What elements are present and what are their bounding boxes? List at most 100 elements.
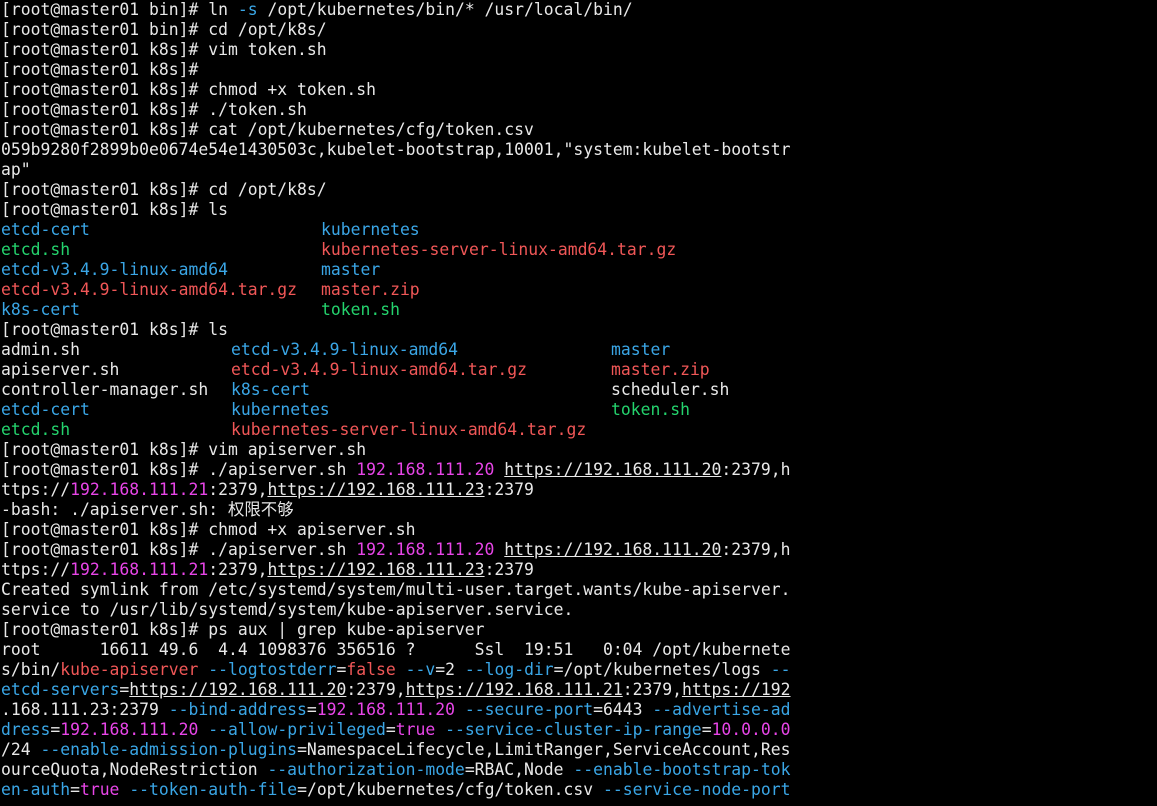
terminal-text: [root@master01 k8s]# ls <box>1 320 228 339</box>
ls-entry: kubernetes-server-linux-amd64.tar.gz <box>321 240 677 259</box>
terminal-text: =/opt/kubernetes/cfg/token.csv <box>297 780 603 799</box>
ls-entry: apiserver.sh <box>1 360 120 379</box>
terminal-text: --advertise-ad <box>652 700 791 719</box>
terminal-line: [root@master01 k8s]# ls <box>0 200 1157 220</box>
ls-entry: controller-manager.sh <box>1 380 209 399</box>
terminal-window[interactable]: [root@master01 bin]# ln -s /opt/kubernet… <box>0 0 1157 806</box>
terminal-line: [root@master01 k8s]# ./token.sh <box>0 100 1157 120</box>
terminal-text: :2379, <box>208 560 268 579</box>
terminal-text: service to /usr/lib/systemd/system/kube-… <box>1 600 574 619</box>
ls-entry: kubernetes-server-linux-amd64.tar.gz <box>231 420 587 439</box>
ls-entry: etcd-cert <box>1 220 90 239</box>
terminal-text: [root@master01 k8s]# cd /opt/k8s/ <box>1 180 327 199</box>
terminal-line: [root@master01 bin]# ln -s /opt/kubernet… <box>0 0 1157 20</box>
ls-entry: etcd-v3.4.9-linux-amd64.tar.gz <box>231 360 528 379</box>
terminal-line: [root@master01 k8s]# cd /opt/k8s/ <box>0 180 1157 200</box>
terminal-text: [root@master01 bin]# ln <box>1 0 238 19</box>
terminal-text: [root@master01 bin]# cd /opt/k8s/ <box>1 20 327 39</box>
terminal-line: [root@master01 k8s]# chmod +x apiserver.… <box>0 520 1157 540</box>
ls-entry: master.zip <box>611 360 710 379</box>
terminal-line: root 16611 49.6 4.4 1098376 356516 ? Ssl… <box>0 640 1157 660</box>
terminal-text: https://192.168.111.23 <box>267 560 485 579</box>
terminal-text: [root@master01 k8s]# ./apiserver.sh <box>1 460 357 479</box>
terminal-text: = <box>119 680 130 699</box>
terminal-text: = <box>336 660 347 679</box>
terminal-text: = <box>306 700 317 719</box>
terminal-text: https://192.168.111.20 <box>129 680 347 699</box>
ls-entry: master.zip <box>321 280 420 299</box>
terminal-text: 10.0.0.0 <box>711 720 791 739</box>
ls-entry: etcd-cert <box>1 400 90 419</box>
terminal-text: https://192.168.111.23 <box>267 480 485 499</box>
terminal-text: ttps:// <box>1 560 71 579</box>
terminal-text: --v <box>405 660 436 679</box>
terminal-text: :2379 <box>484 560 534 579</box>
terminal-text: dress <box>1 720 51 739</box>
ls-entry: scheduler.sh <box>611 380 730 399</box>
terminal-text: [root@master01 k8s]# chmod +x apiserver.… <box>1 520 416 539</box>
terminal-text: en-auth <box>1 780 71 799</box>
terminal-line: etcd-v3.4.9-linux-amd64.tar.gz master.zip <box>0 280 1157 300</box>
terminal-line: ttps://192.168.111.21:2379,https://192.1… <box>0 480 1157 500</box>
terminal-text: root 16611 49.6 4.4 1098376 356516 ? Ssl… <box>1 640 791 659</box>
terminal-line: [root@master01 k8s]# ls <box>0 320 1157 340</box>
terminal-line: en-auth=true --token-auth-file=/opt/kube… <box>0 780 1157 800</box>
terminal-line: [root@master01 k8s]# <box>0 60 1157 80</box>
terminal-line: etcd-cert kubernetes token.sh <box>0 400 1157 420</box>
terminal-line: etcd-cert kubernetes <box>0 220 1157 240</box>
terminal-text: [root@master01 k8s]# ps aux | grep kube-… <box>1 620 485 639</box>
terminal-text: --enable-bootstrap-tok <box>573 760 791 779</box>
terminal-line: -bash: ./apiserver.sh: 权限不够 <box>0 500 1157 520</box>
ls-entry: token.sh <box>321 300 400 319</box>
ls-entry: etcd-v3.4.9-linux-amd64.tar.gz <box>1 280 298 299</box>
terminal-text: -bash: ./apiserver.sh: 权限不够 <box>1 500 294 519</box>
terminal-text: https://192.168.111.20 <box>504 540 722 559</box>
terminal-text: --secure-port <box>464 700 594 719</box>
ls-entry: master <box>611 340 671 359</box>
terminal-text: :2379, <box>622 680 682 699</box>
ls-entry: etcd.sh <box>1 420 71 439</box>
terminal-text: --bind-address <box>168 700 307 719</box>
terminal-text: --token-auth-file <box>129 780 298 799</box>
terminal-text: 192.168.111.20 <box>356 540 495 559</box>
terminal-line: admin.sh etcd-v3.4.9-linux-amd64 master <box>0 340 1157 360</box>
terminal-line: ttps://192.168.111.21:2379,https://192.1… <box>0 560 1157 580</box>
terminal-text: [root@master01 k8s]# <box>1 60 209 79</box>
terminal-text: [root@master01 k8s]# ./token.sh <box>1 100 307 119</box>
terminal-text: etcd-servers <box>1 680 120 699</box>
terminal-text: 192.168.111.21 <box>70 480 209 499</box>
terminal-line: s/bin/kube-apiserver --logtostderr=false… <box>0 660 1157 680</box>
terminal-line: etcd-v3.4.9-linux-amd64 master <box>0 260 1157 280</box>
terminal-line: [root@master01 k8s]# ps aux | grep kube-… <box>0 620 1157 640</box>
terminal-line: controller-manager.sh k8s-cert scheduler.s… <box>0 380 1157 400</box>
terminal-text: false <box>346 660 396 679</box>
terminal-text: ttps:// <box>1 480 71 499</box>
terminal-line: [root@master01 k8s]# ./apiserver.sh 192.… <box>0 460 1157 480</box>
terminal-line: /24 --enable-admission-plugins=Namespace… <box>0 740 1157 760</box>
terminal-text: --enable-admission-plugins <box>40 740 298 759</box>
terminal-line: etcd.sh kubernetes-server-linux-amd64.tar… <box>0 240 1157 260</box>
terminal-text: 192.168.111.20 <box>316 700 455 719</box>
terminal-text: https://192.168.111.20 <box>504 460 722 479</box>
terminal-line: dress=192.168.111.20 --allow-privileged=… <box>0 720 1157 740</box>
terminal-text: --authorization-mode <box>267 760 465 779</box>
terminal-text: /24 <box>1 740 41 759</box>
ls-entry: kubernetes <box>321 220 420 239</box>
terminal-text: ourceQuota,NodeRestriction <box>1 760 268 779</box>
terminal-text: --service-cluster-ip-range <box>445 720 702 739</box>
terminal-line: .168.111.23:2379 --bind-address=192.168.… <box>0 700 1157 720</box>
terminal-text: Created symlink from /etc/systemd/system… <box>1 580 791 599</box>
terminal-text: --logtostderr <box>208 660 337 679</box>
terminal-text: --allow-privileged <box>208 720 386 739</box>
ls-entry: k8s-cert <box>231 380 310 399</box>
terminal-text: = <box>70 780 80 799</box>
terminal-text: =NamespaceLifecycle,LimitRanger,ServiceA… <box>297 740 791 759</box>
terminal-text: =2 <box>435 660 465 679</box>
ls-entry: etcd-v3.4.9-linux-amd64 <box>1 260 228 279</box>
terminal-line: [root@master01 k8s]# chmod +x token.sh <box>0 80 1157 100</box>
